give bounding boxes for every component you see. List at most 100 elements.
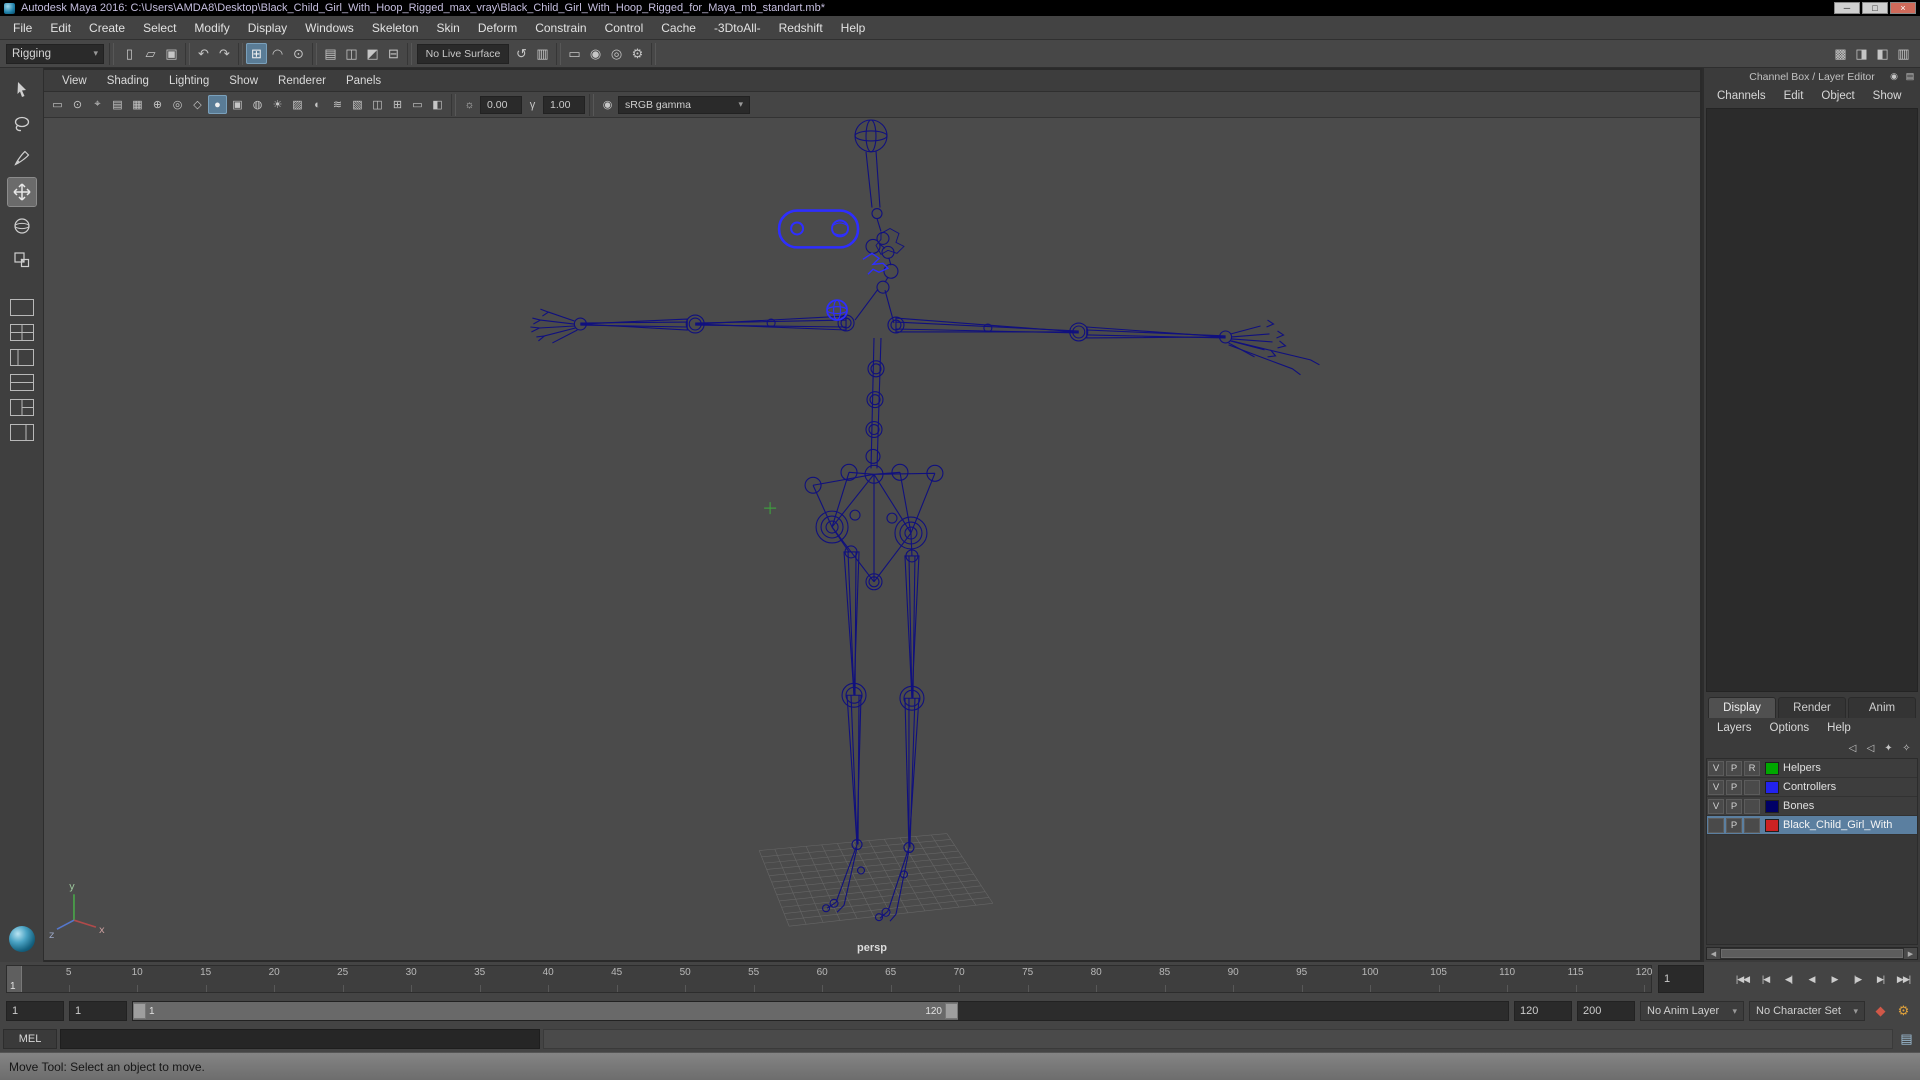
rotate-tool[interactable] <box>8 212 36 240</box>
snap-together-icon[interactable]: ⊟ <box>383 43 404 64</box>
layout-hypershade-button[interactable] <box>8 398 36 417</box>
panel-menu-lighting[interactable]: Lighting <box>159 75 219 87</box>
tab-render[interactable]: Render <box>1778 697 1846 718</box>
live-surface-field[interactable]: No Live Surface <box>417 44 509 64</box>
menu-file[interactable]: File <box>4 16 41 39</box>
menu-set-dropdown[interactable]: Rigging ▾ <box>6 44 104 64</box>
open-render-view-icon[interactable]: ▭ <box>564 43 585 64</box>
smooth-shade-icon[interactable]: ● <box>208 95 227 114</box>
gamma-field[interactable]: 1.00 <box>543 96 585 114</box>
multisampling-icon[interactable]: ▧ <box>348 95 367 114</box>
paint-select-tool[interactable] <box>8 144 36 172</box>
layer-row[interactable]: PBlack_Child_Girl_With <box>1707 816 1917 835</box>
select-hierarchy-icon[interactable]: ▤ <box>320 43 341 64</box>
layer-color-swatch[interactable] <box>1765 762 1779 775</box>
gate-mask-icon[interactable]: ◧ <box>428 95 447 114</box>
scroll-left-icon[interactable]: ◀ <box>1707 948 1720 959</box>
camera-attributes-icon[interactable]: ⌖ <box>88 95 107 114</box>
layer-menu-options[interactable]: Options <box>1761 722 1819 734</box>
toggle-tool-settings-icon[interactable]: ◧ <box>1872 43 1893 64</box>
menu-cache[interactable]: Cache <box>652 16 705 39</box>
select-object-icon[interactable]: ◫ <box>341 43 362 64</box>
menu-display[interactable]: Display <box>239 16 296 39</box>
layout-single-persp-button[interactable] <box>8 298 36 317</box>
animation-preferences-icon[interactable]: ⚙ <box>1893 1001 1914 1022</box>
go-to-end-button[interactable]: ▶▶| <box>1893 965 1914 993</box>
go-to-start-button[interactable]: |◀◀ <box>1732 965 1753 993</box>
play-backwards-button[interactable]: ◀ <box>1801 965 1822 993</box>
toggle-channel-box-icon[interactable]: ▥ <box>1893 43 1914 64</box>
viewport-canvas[interactable]: y x z persp <box>44 118 1700 960</box>
channel-box-menu-show[interactable]: Show <box>1864 90 1911 102</box>
anim-layer-dropdown[interactable]: No Anim Layer ▾ <box>1640 1001 1744 1021</box>
save-scene-icon[interactable]: ▣ <box>161 43 182 64</box>
use-default-material-icon[interactable]: ◍ <box>248 95 267 114</box>
range-slider-track[interactable]: 1 120 <box>132 1001 1509 1021</box>
playback-start-field[interactable]: 1 <box>69 1001 127 1021</box>
screen-space-ao-icon[interactable]: ◐ <box>308 95 327 114</box>
scale-tool[interactable] <box>8 246 36 274</box>
command-language-button[interactable]: MEL <box>3 1029 57 1049</box>
panel-menu-renderer[interactable]: Renderer <box>268 75 336 87</box>
menu-redshift[interactable]: Redshift <box>770 16 832 39</box>
image-plane-icon[interactable]: ▦ <box>128 95 147 114</box>
channel-box-empty-area[interactable] <box>1706 108 1918 692</box>
menu-modify[interactable]: Modify <box>185 16 238 39</box>
menu-deform[interactable]: Deform <box>469 16 526 39</box>
layer-color-swatch[interactable] <box>1765 781 1779 794</box>
menu-skin[interactable]: Skin <box>428 16 469 39</box>
command-result-field[interactable] <box>543 1029 1893 1049</box>
time-slider[interactable]: 1 51015202530354045505560657075808590951… <box>6 965 1652 993</box>
select-tool[interactable] <box>8 76 36 104</box>
menu-skeleton[interactable]: Skeleton <box>363 16 428 39</box>
maya-sphere-icon[interactable] <box>9 926 35 952</box>
exposure-field[interactable]: 0.00 <box>480 96 522 114</box>
lock-camera-icon[interactable]: ⊙ <box>68 95 87 114</box>
lighting-icon[interactable]: ☀ <box>268 95 287 114</box>
scroll-right-icon[interactable]: ▶ <box>1904 948 1917 959</box>
2d-pan-zoom-icon[interactable]: ⊕ <box>148 95 167 114</box>
layer-visibility-toggle[interactable]: V <box>1708 799 1724 814</box>
set-all-layers-playback-icon[interactable]: ◁ <box>1862 740 1879 757</box>
tab-display[interactable]: Display <box>1708 697 1776 718</box>
layer-playback-toggle[interactable]: P <box>1726 799 1742 814</box>
layer-playback-toggle[interactable]: P <box>1726 780 1742 795</box>
step-forward-key-button[interactable]: |▶ <box>1847 965 1868 993</box>
snap-to-curves-icon[interactable]: ◠ <box>267 43 288 64</box>
toggle-modeling-toolkit-icon[interactable]: ▩ <box>1830 43 1851 64</box>
channel-box-tab-icon[interactable]: ▤ <box>1902 68 1918 84</box>
layer-render-toggle[interactable]: R <box>1744 761 1760 776</box>
create-layer-from-selected-icon[interactable]: ✦ <box>1880 740 1897 757</box>
move-tool[interactable] <box>8 178 36 206</box>
layer-playback-toggle[interactable]: P <box>1726 761 1742 776</box>
isolate-select-icon[interactable]: ◫ <box>368 95 387 114</box>
layer-color-swatch[interactable] <box>1765 800 1779 813</box>
menu-create[interactable]: Create <box>80 16 134 39</box>
create-empty-layer-icon[interactable]: ✧ <box>1898 740 1915 757</box>
layer-visibility-toggle[interactable]: V <box>1708 780 1724 795</box>
lasso-tool[interactable] <box>8 110 36 138</box>
step-back-key-button[interactable]: ◀| <box>1778 965 1799 993</box>
ipr-render-icon[interactable]: ◎ <box>606 43 627 64</box>
layer-row[interactable]: VPBones <box>1707 797 1917 816</box>
menu-constrain[interactable]: Constrain <box>526 16 595 39</box>
animation-start-field[interactable]: 1 <box>6 1001 64 1021</box>
animation-end-field[interactable]: 200 <box>1577 1001 1635 1021</box>
channel-box-pin-icon[interactable]: ◉ <box>1886 68 1902 84</box>
panel-menu-view[interactable]: View <box>52 75 97 87</box>
character-set-dropdown[interactable]: No Character Set ▾ <box>1749 1001 1865 1021</box>
step-forward-frame-button[interactable]: ▶| <box>1870 965 1891 993</box>
playhead[interactable]: 1 <box>7 966 22 992</box>
playback-end-field[interactable]: 120 <box>1514 1001 1572 1021</box>
script-editor-icon[interactable]: ▤ <box>1896 1029 1917 1050</box>
resolution-gate-icon[interactable]: ▭ <box>408 95 427 114</box>
minimize-button[interactable]: ─ <box>1834 2 1860 14</box>
current-time-field[interactable]: 1 <box>1658 965 1704 993</box>
layer-render-toggle[interactable] <box>1744 780 1760 795</box>
panel-menu-show[interactable]: Show <box>219 75 268 87</box>
layout-four-view-button[interactable] <box>8 323 36 342</box>
playback-range[interactable]: 1 120 <box>133 1002 958 1020</box>
undo-icon[interactable]: ↶ <box>193 43 214 64</box>
command-input-field[interactable] <box>60 1029 540 1049</box>
channel-box-menu-object[interactable]: Object <box>1812 90 1863 102</box>
